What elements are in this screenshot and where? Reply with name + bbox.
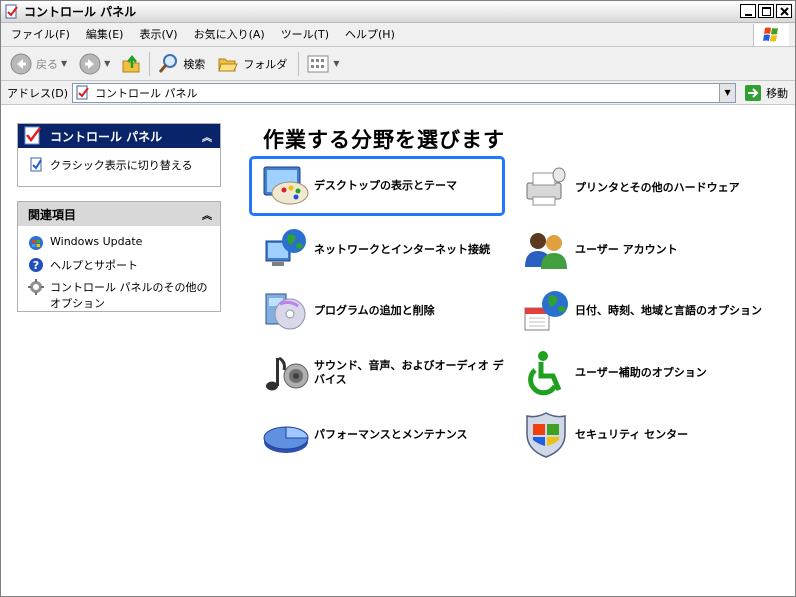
control-panel-icon (76, 85, 89, 99)
user-accounts-icon (525, 233, 567, 269)
help-icon: ? (29, 258, 43, 272)
category-security-center[interactable]: セキュリティ センター (513, 405, 769, 465)
category-add-remove-programs-label: プログラムの追加と削除 (314, 304, 435, 317)
go-arrow-icon (745, 84, 762, 101)
accessibility-icon (528, 351, 562, 396)
category-network-internet-label: ネットワークとインターネット接続 (314, 243, 490, 256)
control-panel-pane-header[interactable]: コントロール パネル ︽ (18, 124, 220, 148)
windows-update-label: Windows Update (50, 235, 143, 248)
forward-dropdown-icon[interactable]: ▼ (104, 59, 110, 68)
address-dropdown-button[interactable]: ▼ (719, 83, 736, 102)
related-topics-pane: 関連項目 ︽ Windows Update ? ヘルプとサポート コントロール … (17, 201, 221, 312)
category-network-internet[interactable]: ネットワークとインターネット接続 (252, 220, 508, 280)
toolbar-separator (298, 51, 300, 76)
menu-view[interactable]: 表示(V) (131, 25, 185, 45)
other-control-panel-options-link[interactable]: コントロール パネルのその他のオプション (18, 276, 220, 314)
svg-text:?: ? (33, 259, 39, 272)
forward-button[interactable]: ▼ (76, 50, 113, 78)
window: コントロール パネル ファイル(F) 編集(E) 表示(V) お気に入り(A) … (0, 0, 796, 597)
search-button[interactable]: 検索 (154, 50, 208, 78)
go-button[interactable]: 移動 (744, 84, 788, 102)
menu-edit[interactable]: 編集(E) (78, 25, 132, 45)
category-accessibility[interactable]: ユーザー補助のオプション (513, 343, 769, 403)
back-label: 戻る (36, 57, 58, 71)
views-button[interactable]: ▼ (303, 50, 342, 78)
address-value: コントロール パネル (95, 86, 198, 100)
date-globe-icon (524, 291, 568, 331)
add-remove-programs-icon (265, 293, 306, 330)
go-label: 移動 (766, 86, 789, 100)
windows-update-icon (29, 236, 43, 250)
title-bar[interactable]: コントロール パネル (1, 1, 795, 23)
collapse-chevron-icon[interactable]: ︽ (202, 129, 212, 144)
category-appearance-themes-label: デスクトップの表示とテーマ (314, 179, 457, 192)
folders-label: フォルダ (243, 57, 288, 71)
performance-pie-icon (263, 426, 309, 453)
back-dropdown-icon[interactable]: ▼ (61, 59, 67, 68)
switch-to-classic-view-link[interactable]: クラシック表示に切り替える (18, 154, 220, 176)
control-panel-pane-title: コントロール パネル (50, 129, 163, 144)
search-icon (159, 53, 178, 73)
help-and-support-link[interactable]: ? ヘルプとサポート (18, 254, 220, 276)
menu-help[interactable]: ヘルプ(H) (337, 25, 403, 45)
category-security-center-label: セキュリティ センター (575, 428, 689, 441)
content-area: コントロール パネル ︽ クラシック表示に切り替える 関連項目 ︽ Window… (1, 106, 795, 596)
control-panel-icon (4, 4, 20, 20)
folders-button[interactable]: フォルダ (214, 50, 290, 78)
category-add-remove-programs[interactable]: プログラムの追加と削除 (252, 281, 508, 341)
folder-icon (218, 58, 239, 71)
category-user-accounts[interactable]: ユーザー アカウント (513, 220, 769, 280)
search-label: 検索 (183, 57, 206, 71)
forward-arrow-icon (79, 53, 101, 74)
switch-to-classic-view-label: クラシック表示に切り替える (50, 159, 193, 172)
windows-update-link[interactable]: Windows Update (18, 232, 220, 254)
appearance-themes-icon (263, 166, 309, 205)
minimize-button[interactable] (740, 4, 756, 18)
collapse-chevron-icon[interactable]: ︽ (202, 207, 212, 222)
printer-icon (526, 167, 566, 206)
category-user-accounts-label: ユーザー アカウント (575, 243, 678, 256)
category-sounds-audio-label: サウンド、音声、およびオーディオ デバイス (314, 359, 504, 386)
control-panel-pane: コントロール パネル ︽ クラシック表示に切り替える (17, 123, 221, 187)
window-title: コントロール パネル (24, 5, 137, 19)
sound-speaker-icon (266, 356, 309, 391)
category-printers-hardware-label: プリンタとその他のハードウェア (575, 181, 740, 194)
category-performance-maintenance-label: パフォーマンスとメンテナンス (314, 428, 468, 441)
toolbar-separator (149, 51, 151, 76)
menu-bar: ファイル(F) 編集(E) 表示(V) お気に入り(A) ツール(T) ヘルプ(… (1, 23, 795, 47)
category-date-time-regional-label: 日付、時刻、地域と言語のオプション (575, 304, 762, 317)
category-accessibility-label: ユーザー補助のオプション (575, 366, 707, 379)
category-performance-maintenance[interactable]: パフォーマンスとメンテナンス (252, 405, 508, 465)
toolbar: 戻る ▼ ▼ 検索 フォルダ ▼ (1, 47, 795, 81)
control-panel-icon (24, 126, 41, 145)
page-heading: 作業する分野を選びます (263, 128, 505, 152)
menu-tools[interactable]: ツール(T) (273, 25, 337, 45)
classic-view-icon (30, 157, 42, 172)
windows-logo-icon (753, 24, 789, 46)
security-shield-icon (526, 412, 566, 458)
views-dropdown-icon[interactable]: ▼ (333, 59, 339, 68)
category-printers-hardware[interactable]: プリンタとその他のハードウェア (513, 158, 769, 218)
help-and-support-label: ヘルプとサポート (50, 259, 138, 272)
up-folder-icon (122, 54, 140, 72)
views-icon (307, 55, 329, 72)
back-button[interactable]: 戻る ▼ (7, 50, 70, 78)
back-arrow-icon (10, 53, 32, 74)
menu-favorites[interactable]: お気に入り(A) (186, 25, 273, 45)
category-date-time-regional[interactable]: 日付、時刻、地域と言語のオプション (513, 281, 769, 341)
related-topics-title: 関連項目 (28, 207, 77, 222)
maximize-button[interactable] (758, 4, 774, 18)
up-folder-button[interactable] (117, 50, 145, 78)
network-globe-icon (265, 229, 306, 266)
other-control-panel-options-label: コントロール パネルのその他のオプション (50, 281, 208, 310)
category-appearance-themes[interactable]: デスクトップの表示とテーマ (249, 156, 505, 216)
address-input[interactable]: コントロール パネル ▼ (72, 82, 737, 103)
related-topics-header[interactable]: 関連項目 ︽ (18, 202, 220, 226)
menu-file[interactable]: ファイル(F) (1, 25, 78, 45)
close-button[interactable] (776, 4, 792, 18)
gear-icon (28, 279, 44, 295)
address-bar: アドレス(D) コントロール パネル ▼ 移動 (1, 81, 795, 105)
category-sounds-audio[interactable]: サウンド、音声、およびオーディオ デバイス (252, 343, 508, 403)
address-label: アドレス(D) (7, 86, 69, 100)
